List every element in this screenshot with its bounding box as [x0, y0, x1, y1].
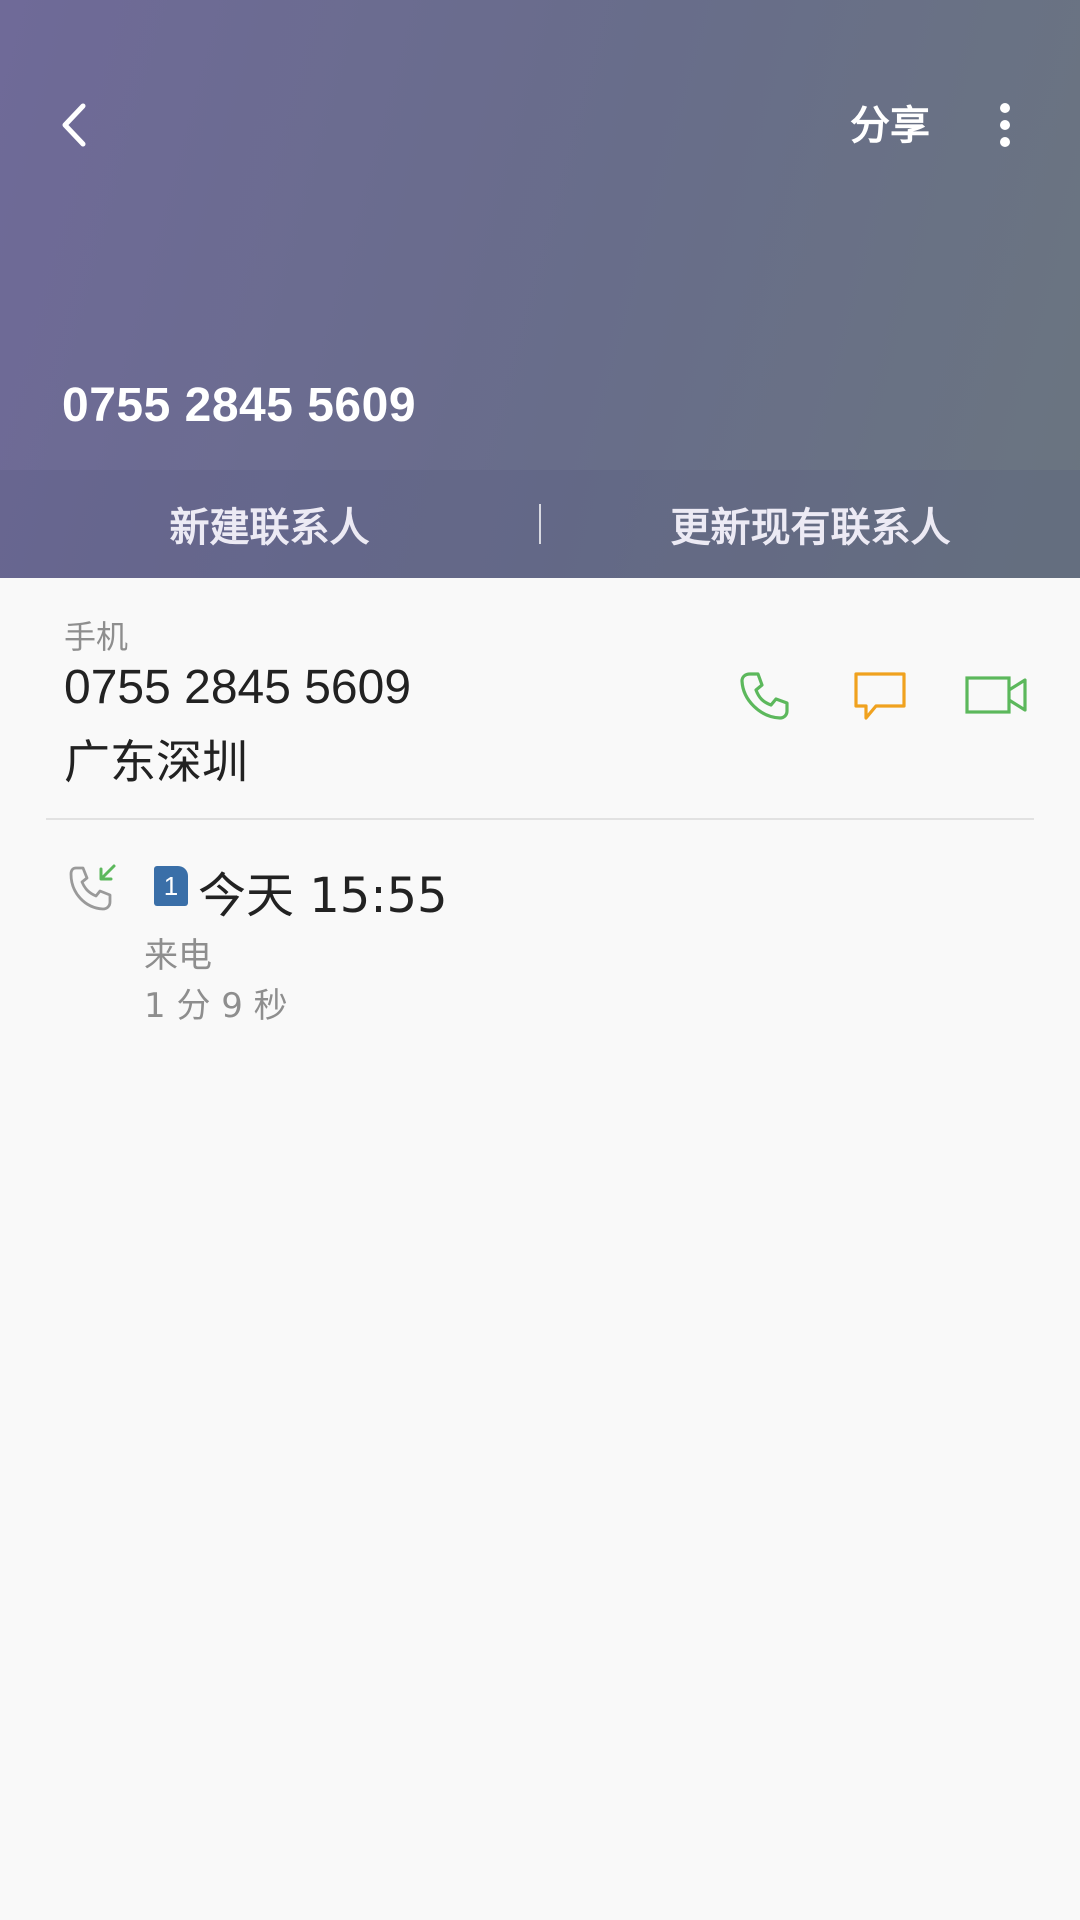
- sim-card-badge: 1: [154, 866, 188, 906]
- call-time: 今天 15:55: [198, 868, 448, 924]
- back-button[interactable]: [40, 90, 110, 160]
- number-location: 广东深圳: [64, 735, 248, 789]
- call-type: 来电: [144, 936, 212, 976]
- header-phone-number: 0755 2845 5609: [62, 379, 417, 432]
- phone-icon: [740, 672, 789, 720]
- update-contact-button[interactable]: 更新现有联系人: [541, 495, 1080, 553]
- video-call-icon: [965, 676, 1027, 714]
- new-contact-button[interactable]: 新建联系人: [0, 495, 539, 553]
- message-icon: [854, 672, 906, 720]
- more-options-button[interactable]: [970, 90, 1040, 160]
- incoming-call-icon: [69, 864, 116, 911]
- number-type-label: 手机: [64, 618, 129, 656]
- incoming-call-indicator: [66, 860, 126, 920]
- header: 分享 0755 2845 5609 新建联系人 更新现有联系人: [0, 0, 1080, 578]
- number-value: 0755 2845 5609: [64, 661, 412, 714]
- video-call-button[interactable]: [946, 656, 1046, 736]
- message-button[interactable]: [830, 656, 930, 736]
- call-duration: 1 分 9 秒: [144, 986, 288, 1026]
- share-button[interactable]: 分享: [850, 98, 930, 154]
- call-button[interactable]: [714, 656, 814, 736]
- number-actions: [698, 656, 1046, 736]
- call-log-item[interactable]: 1 今天 15:55 来电 1 分 9 秒: [0, 820, 1080, 1026]
- chevron-left-icon: [62, 103, 86, 147]
- number-card: 手机 0755 2845 5609 广东深圳: [46, 578, 1034, 820]
- more-vert-icon: [1000, 103, 1010, 147]
- contact-action-bar: 新建联系人 更新现有联系人: [0, 470, 1080, 578]
